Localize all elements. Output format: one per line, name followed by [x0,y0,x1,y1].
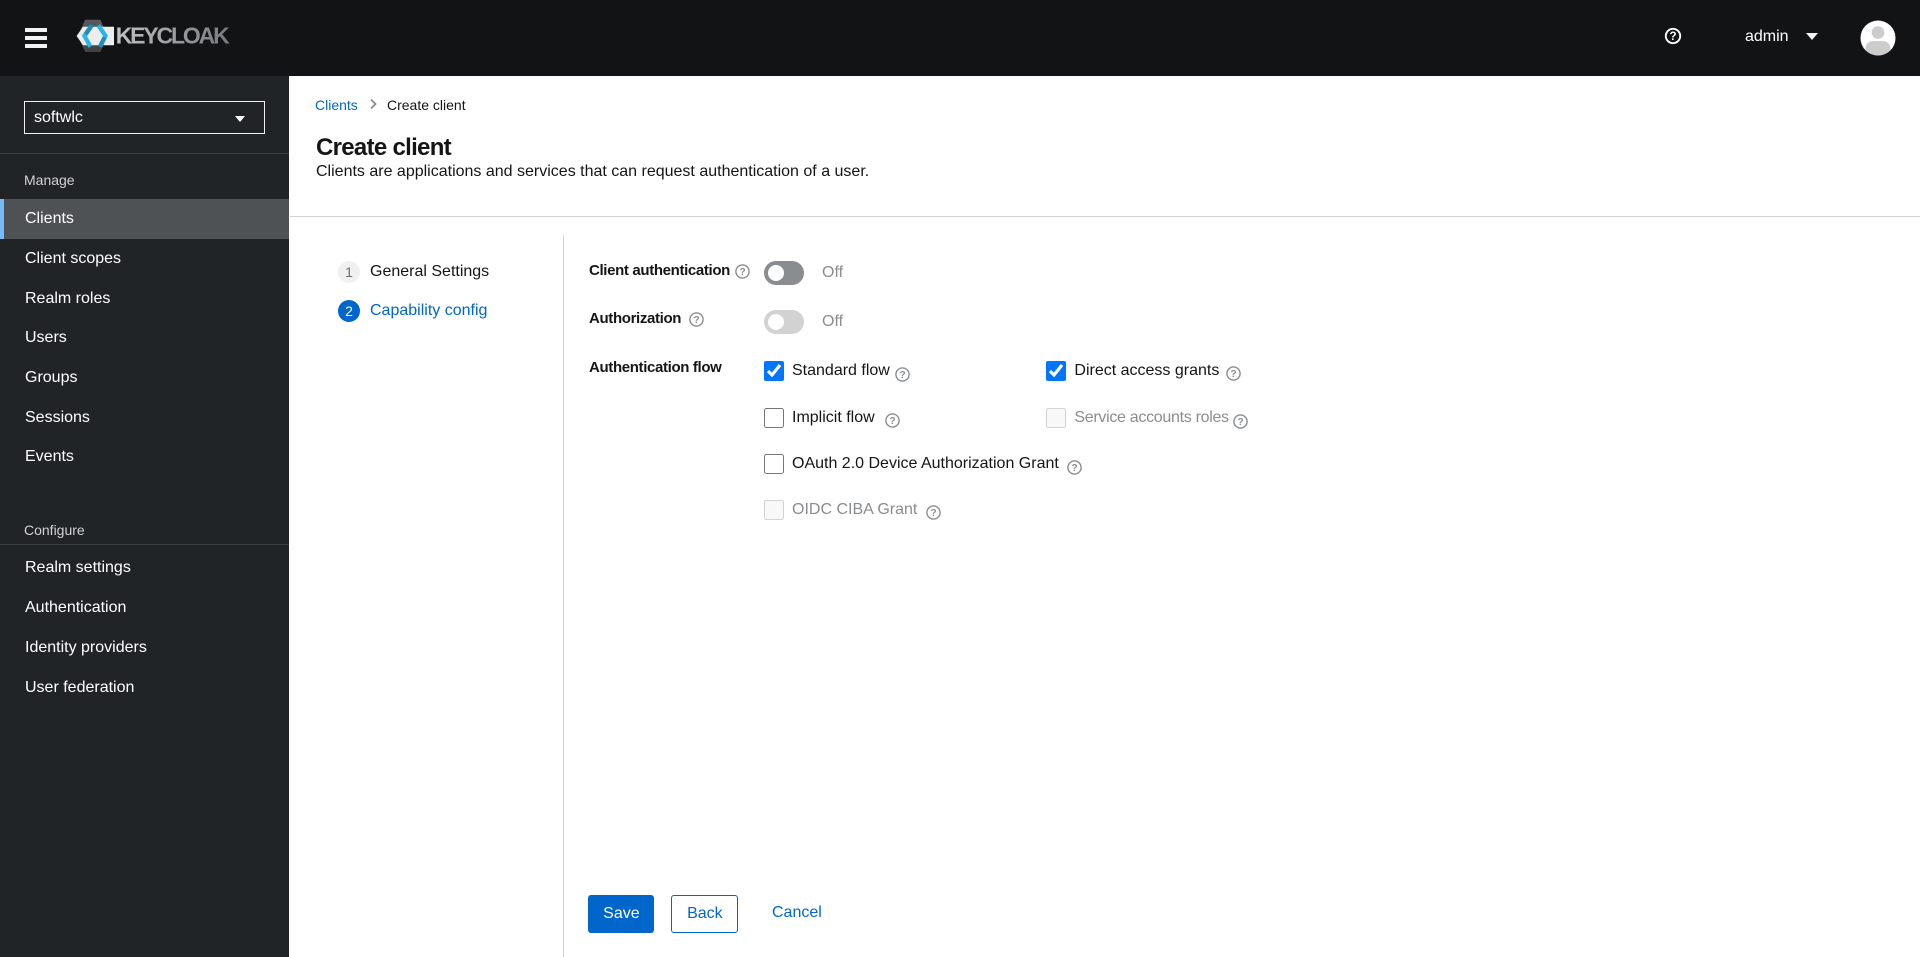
svg-text:KEYCLOAK: KEYCLOAK [116,22,230,48]
svg-text:?: ? [1669,31,1676,43]
svg-text:?: ? [693,315,699,326]
svg-text:?: ? [930,508,936,519]
svg-text:?: ? [899,370,905,381]
svg-text:?: ? [889,416,895,427]
svg-text:?: ? [1230,369,1236,380]
svg-text:?: ? [1237,417,1243,428]
svg-text:?: ? [1071,463,1077,474]
svg-text:?: ? [739,267,745,278]
